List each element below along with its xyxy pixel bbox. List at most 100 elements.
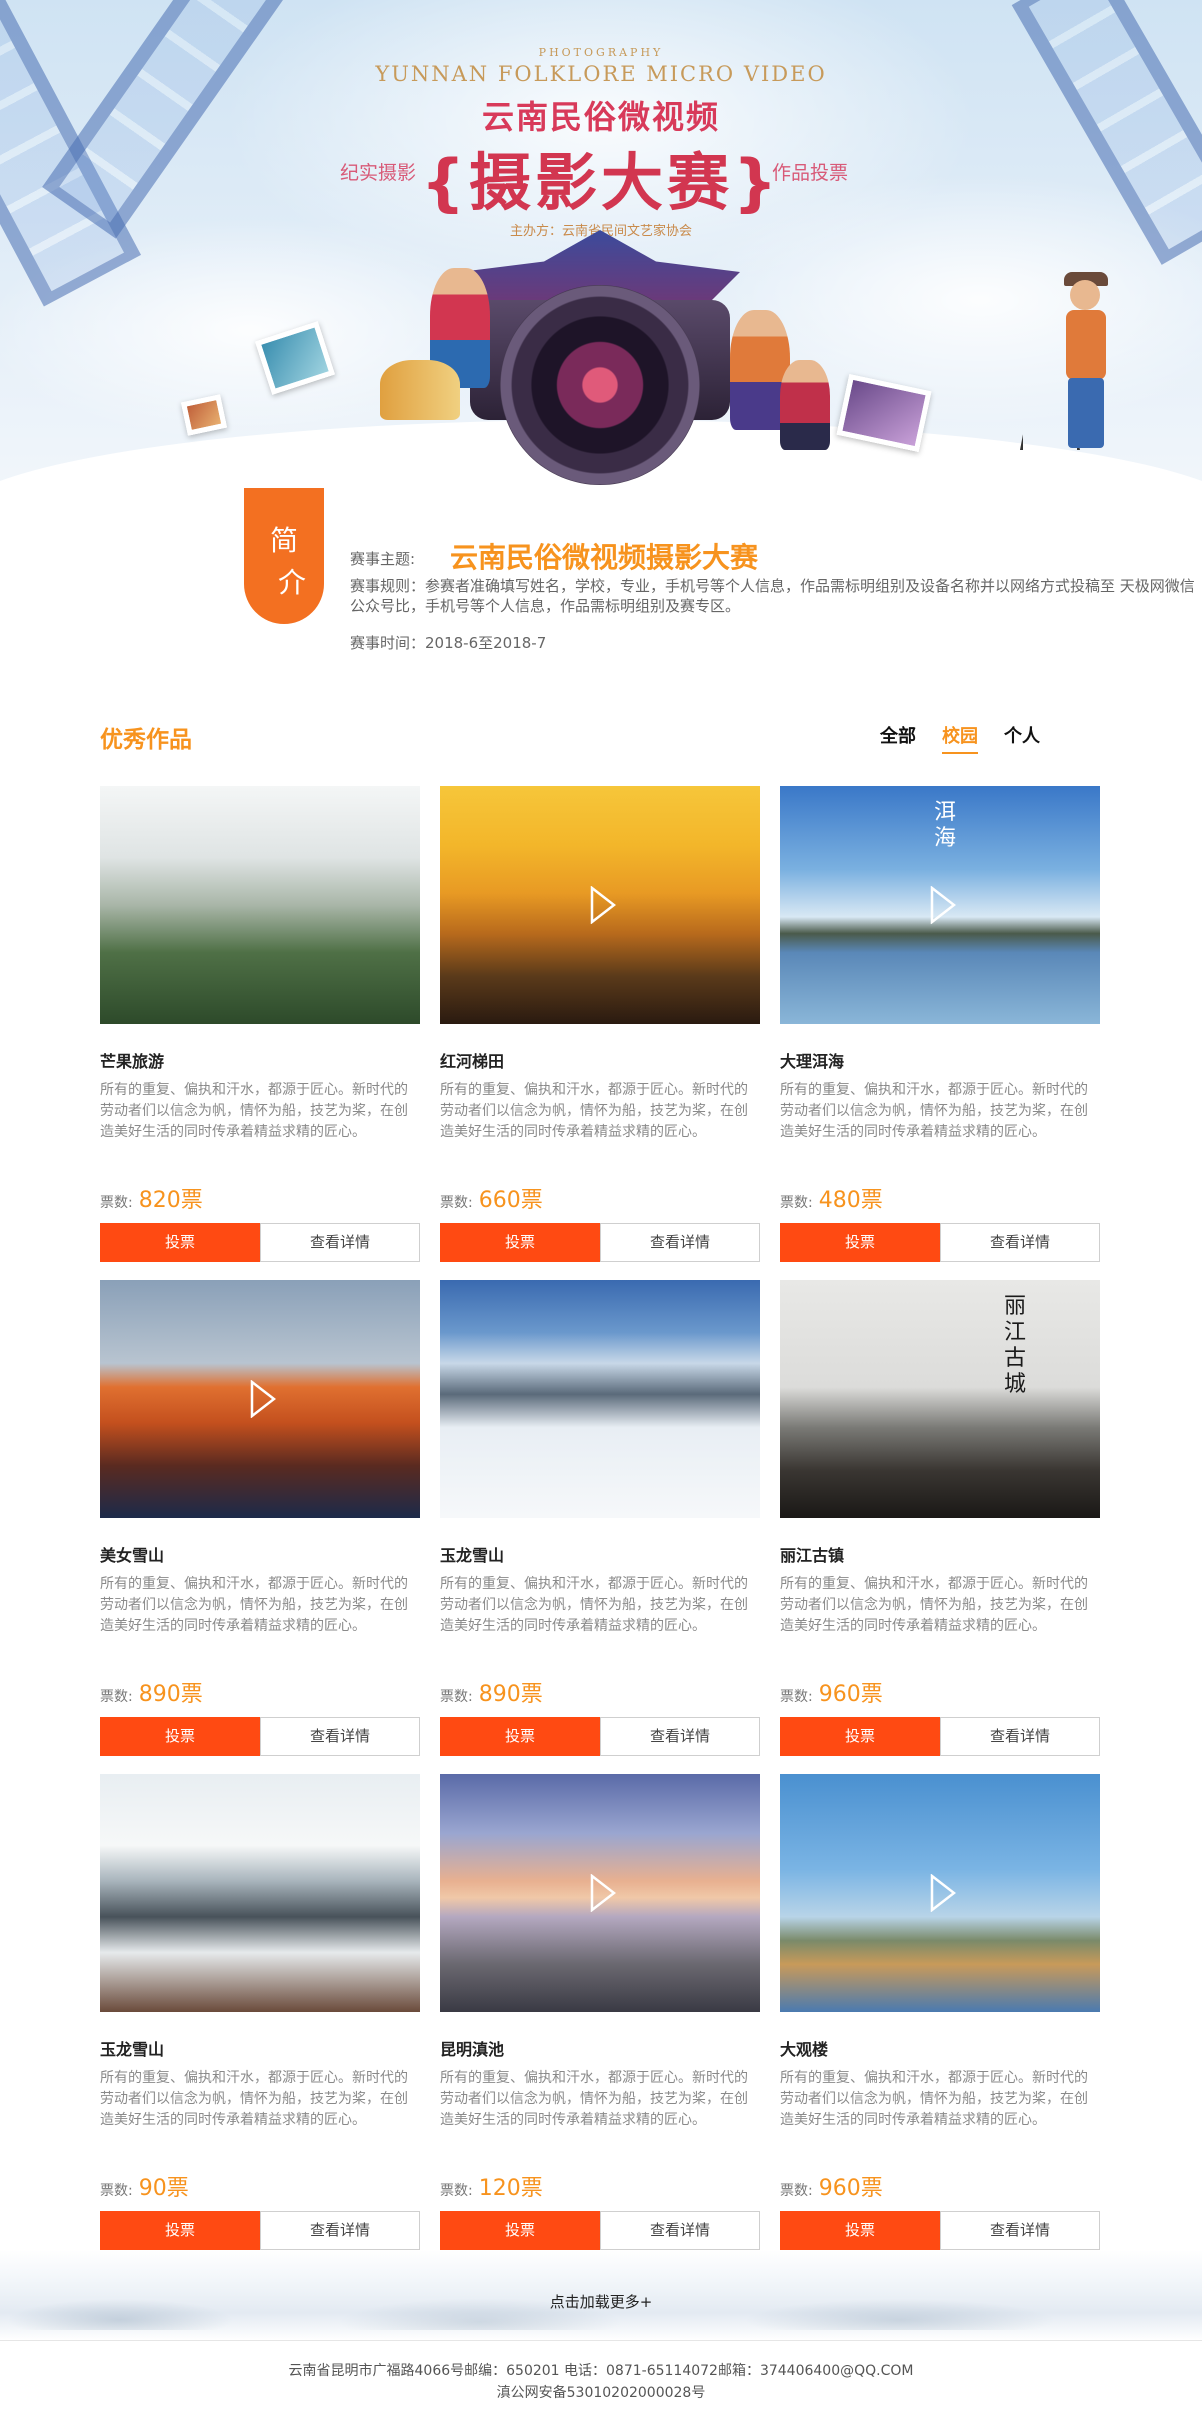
ethnic-figure-decoration bbox=[380, 360, 460, 420]
vote-button[interactable]: 投票 bbox=[100, 1717, 260, 1756]
work-title: 红河梯田 bbox=[440, 1052, 505, 1071]
vote-button[interactable]: 投票 bbox=[440, 1717, 600, 1756]
work-card: 美女雪山所有的重复、偏执和汗水，都源于匠心。新时代的劳动者们以信念为帆，情怀为船… bbox=[100, 1280, 420, 1756]
votes-count: 120票 bbox=[478, 2176, 543, 2201]
intro-topic-label: 赛事主题: bbox=[350, 550, 416, 568]
votes-label: 票数: bbox=[440, 2183, 473, 2199]
work-title: 芒果旅游 bbox=[100, 1052, 165, 1071]
ethnic-figure-decoration bbox=[780, 360, 830, 450]
hero-title-line2: {摄影大赛} bbox=[420, 146, 782, 219]
votes-label: 票数: bbox=[780, 2183, 813, 2199]
thumbnail-overlay-text: 丽江古城 bbox=[1004, 1294, 1027, 1397]
work-thumbnail[interactable] bbox=[100, 786, 420, 1024]
votes-count: 960票 bbox=[818, 2176, 883, 2201]
work-title: 昆明滇池 bbox=[440, 2040, 505, 2059]
footer-address: 云南省昆明市广福路4066号邮编：650201 电话：0871-65114072… bbox=[288, 2363, 914, 2379]
work-description: 所有的重复、偏执和汗水，都源于匠心。新时代的劳动者们以信念为帆，情怀为船，技艺为… bbox=[780, 1082, 1088, 1140]
work-card: 昆明滇池所有的重复、偏执和汗水，都源于匠心。新时代的劳动者们以信念为帆，情怀为船… bbox=[440, 1774, 760, 2250]
view-details-button[interactable]: 查看详情 bbox=[260, 1717, 420, 1756]
votes-label: 票数: bbox=[440, 1689, 473, 1705]
hero-side-right: 作品投票 bbox=[772, 162, 849, 184]
votes-label: 票数: bbox=[100, 1195, 133, 1211]
thumbnail-overlay-text: 洱海 bbox=[934, 800, 957, 851]
view-details-button[interactable]: 查看详情 bbox=[940, 1223, 1100, 1262]
votes-count: 90票 bbox=[138, 2176, 189, 2201]
tab-all[interactable]: 全部 bbox=[880, 722, 916, 754]
vote-button[interactable]: 投票 bbox=[100, 2211, 260, 2250]
work-thumbnail[interactable] bbox=[100, 1774, 420, 2012]
intro-badge-char-1: 简 bbox=[269, 524, 298, 557]
votes-count: 890票 bbox=[478, 1682, 543, 1707]
votes-count: 890票 bbox=[138, 1682, 203, 1707]
work-votes: 票数: 660票 bbox=[440, 1182, 543, 1214]
view-details-button[interactable]: 查看详情 bbox=[940, 1717, 1100, 1756]
work-thumbnail[interactable] bbox=[440, 786, 760, 1024]
work-votes: 票数: 960票 bbox=[780, 2170, 883, 2202]
work-title: 玉龙雪山 bbox=[100, 2040, 165, 2059]
view-details-button[interactable]: 查看详情 bbox=[940, 2211, 1100, 2250]
tab-campus[interactable]: 校园 bbox=[942, 722, 978, 754]
work-card: 红河梯田所有的重复、偏执和汗水，都源于匠心。新时代的劳动者们以信念为帆，情怀为船… bbox=[440, 786, 760, 1262]
work-description: 所有的重复、偏执和汗水，都源于匠心。新时代的劳动者们以信念为帆，情怀为船，技艺为… bbox=[440, 1082, 748, 1140]
view-details-button[interactable]: 查看详情 bbox=[600, 1223, 760, 1262]
work-card: 芒果旅游 所有的重复、偏执和汗水，都源于匠心。新时代的劳动者们以信念为帆，情怀为船… bbox=[100, 786, 420, 1262]
work-description: 所有的重复、偏执和汗水，都源于匠心。新时代的劳动者们以信念为帆，情怀为船，技艺为… bbox=[780, 2070, 1088, 2128]
vote-button[interactable]: 投票 bbox=[440, 1223, 600, 1262]
view-details-button[interactable]: 查看详情 bbox=[260, 1223, 420, 1262]
hero-subtitle-en: YUNNAN FOLKLORE MICRO VIDEO bbox=[375, 62, 827, 86]
tab-personal[interactable]: 个人 bbox=[1004, 722, 1040, 754]
vote-button[interactable]: 投票 bbox=[440, 2211, 600, 2250]
intro-time: 赛事时间：2018-6至2018-7 bbox=[350, 634, 547, 652]
play-icon[interactable] bbox=[590, 886, 616, 924]
work-thumbnail[interactable] bbox=[780, 1774, 1100, 2012]
work-card: 玉龙雪山 所有的重复、偏执和汗水，都源于匠心。新时代的劳动者们以信念为帆，情怀为船… bbox=[100, 1774, 420, 2250]
work-votes: 票数: 890票 bbox=[100, 1676, 203, 1708]
votes-label: 票数: bbox=[100, 2183, 133, 2199]
play-icon[interactable] bbox=[590, 1874, 616, 1912]
work-description: 所有的重复、偏执和汗水，都源于匠心。新时代的劳动者们以信念为帆，情怀为船，技艺为… bbox=[100, 1576, 408, 1634]
view-details-button[interactable]: 查看详情 bbox=[600, 1717, 760, 1756]
work-thumbnail[interactable] bbox=[440, 1280, 760, 1518]
vote-button[interactable]: 投票 bbox=[780, 2211, 940, 2250]
work-description: 所有的重复、偏执和汗水，都源于匠心。新时代的劳动者们以信念为帆，情怀为船，技艺为… bbox=[440, 1576, 748, 1634]
play-icon[interactable] bbox=[250, 1380, 276, 1418]
section-title: 优秀作品 bbox=[100, 727, 192, 753]
work-thumbnail[interactable] bbox=[440, 1774, 760, 2012]
view-details-button[interactable]: 查看详情 bbox=[600, 2211, 760, 2250]
work-votes: 票数: 890票 bbox=[440, 1676, 543, 1708]
load-more-button[interactable]: 点击加载更多+ bbox=[0, 2291, 1202, 2312]
intro-badge-char-2: 介 bbox=[277, 566, 306, 599]
votes-count: 960票 bbox=[818, 1682, 883, 1707]
work-card: 洱海大理洱海所有的重复、偏执和汗水，都源于匠心。新时代的劳动者们以信念为帆，情怀… bbox=[780, 786, 1100, 1262]
intro-topic-value: 云南民俗微视频摄影大赛 bbox=[450, 541, 759, 574]
work-card: 玉龙雪山所有的重复、偏执和汗水，都源于匠心。新时代的劳动者们以信念为帆，情怀为船… bbox=[440, 1280, 760, 1756]
votes-count: 820票 bbox=[138, 1188, 203, 1213]
work-title: 美女雪山 bbox=[100, 1546, 165, 1565]
work-votes: 票数: 120票 bbox=[440, 2170, 543, 2202]
play-icon[interactable] bbox=[930, 1874, 956, 1912]
work-thumbnail[interactable]: 丽江古城 bbox=[780, 1280, 1100, 1518]
work-thumbnail[interactable]: 洱海 bbox=[780, 786, 1100, 1024]
vote-button[interactable]: 投票 bbox=[780, 1223, 940, 1262]
work-votes: 票数: 480票 bbox=[780, 1182, 883, 1214]
work-title: 大观楼 bbox=[780, 2040, 829, 2059]
work-thumbnail[interactable] bbox=[100, 1280, 420, 1518]
votes-label: 票数: bbox=[100, 1689, 133, 1705]
vote-button[interactable]: 投票 bbox=[780, 1717, 940, 1756]
work-votes: 票数: 820票 bbox=[100, 1182, 203, 1214]
work-description: 所有的重复、偏执和汗水，都源于匠心。新时代的劳动者们以信念为帆，情怀为船，技艺为… bbox=[440, 2070, 748, 2128]
votes-label: 票数: bbox=[780, 1195, 813, 1211]
hero-subtitle-small: PHOTOGRAPHY bbox=[538, 46, 664, 59]
votes-label: 票数: bbox=[780, 1689, 813, 1705]
work-title: 丽江古镇 bbox=[780, 1546, 845, 1565]
play-icon[interactable] bbox=[930, 886, 956, 924]
filter-tabs: 全部 校园 个人 bbox=[880, 722, 1040, 754]
view-details-button[interactable]: 查看详情 bbox=[260, 2211, 420, 2250]
work-card: 丽江古城 丽江古镇 所有的重复、偏执和汗水，都源于匠心。新时代的劳动者们以信念为帆，… bbox=[780, 1280, 1100, 1756]
camera-lens-icon bbox=[500, 285, 700, 485]
vote-button[interactable]: 投票 bbox=[100, 1223, 260, 1262]
work-title: 玉龙雪山 bbox=[440, 1546, 505, 1565]
hero-side-left: 纪实摄影 bbox=[340, 162, 417, 184]
intro-rules: 赛事规则：参赛者准确填写姓名，学校，专业，手机号等个人信息，作品需标明组别及设备… bbox=[350, 577, 1195, 615]
work-title: 大理洱海 bbox=[780, 1052, 845, 1071]
